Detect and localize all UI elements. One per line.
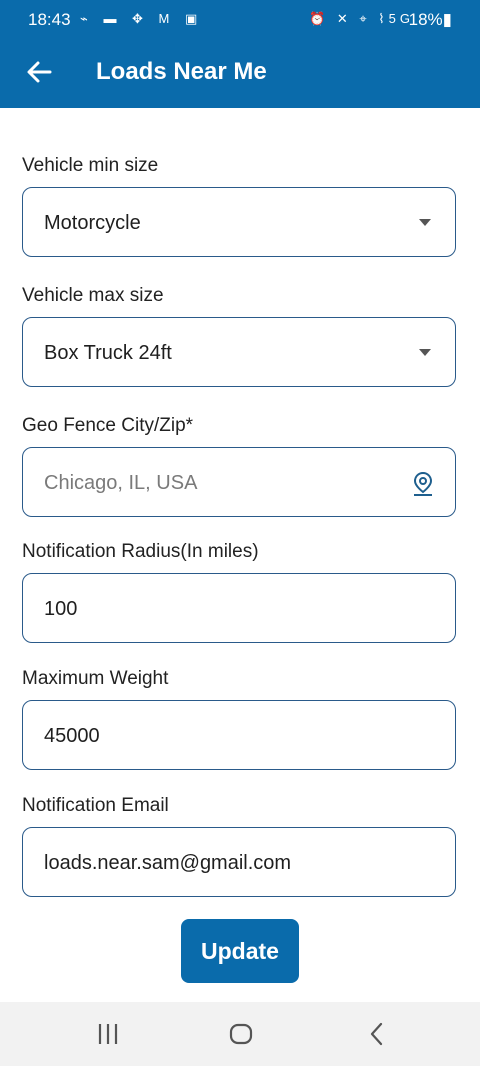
recent-apps-icon[interactable] xyxy=(96,1020,120,1048)
geo-fence-label: Geo Fence City/Zip* xyxy=(22,415,194,436)
status-time: 18:43 xyxy=(28,10,71,29)
weight-input[interactable]: 45000 xyxy=(22,700,456,770)
email-value: loads.near.sam@gmail.com xyxy=(44,852,292,874)
system-icons: ⏰ ✕ ⌖ ⌇5G xyxy=(309,11,414,26)
weight-label: Maximum Weight xyxy=(22,668,169,689)
nav-back-icon[interactable] xyxy=(366,1020,386,1048)
max-size-value: Box Truck 24ft xyxy=(44,342,172,364)
app-bar: Loads Near Me xyxy=(0,40,480,108)
status-bar: 18:43 ⌁ ▬ ✥ M ▣ ⏰ ✕ ⌖ ⌇5G 18%▮ xyxy=(0,0,480,40)
max-size-label: Vehicle max size xyxy=(22,285,164,306)
radius-label: Notification Radius(In miles) xyxy=(22,541,259,562)
update-button[interactable]: Update xyxy=(181,919,299,983)
battery-level: 18%▮ xyxy=(408,10,452,29)
page-title: Loads Near Me xyxy=(96,58,267,85)
arrow-back-icon[interactable] xyxy=(22,54,58,90)
min-size-value: Motorcycle xyxy=(44,212,141,234)
location-pin-icon[interactable] xyxy=(411,471,435,497)
home-icon[interactable] xyxy=(228,1020,254,1048)
dropdown-caret-icon xyxy=(419,219,431,226)
system-nav-bar xyxy=(0,1002,480,1066)
min-size-label: Vehicle min size xyxy=(22,155,159,176)
battery-icon: ▮ xyxy=(442,10,452,29)
max-size-select[interactable]: Box Truck 24ft xyxy=(22,317,456,387)
geo-fence-input[interactable]: Chicago, IL, USA xyxy=(22,447,456,517)
radius-value: 100 xyxy=(44,598,78,620)
radius-input[interactable]: 100 xyxy=(22,573,456,643)
email-label: Notification Email xyxy=(22,795,169,816)
email-input[interactable]: loads.near.sam@gmail.com xyxy=(22,827,456,897)
geo-fence-placeholder: Chicago, IL, USA xyxy=(44,472,198,494)
dropdown-caret-icon xyxy=(419,349,431,356)
notification-icons: ⌁ ▬ ✥ M ▣ xyxy=(80,11,204,26)
weight-value: 45000 xyxy=(44,725,100,747)
min-size-select[interactable]: Motorcycle xyxy=(22,187,456,257)
